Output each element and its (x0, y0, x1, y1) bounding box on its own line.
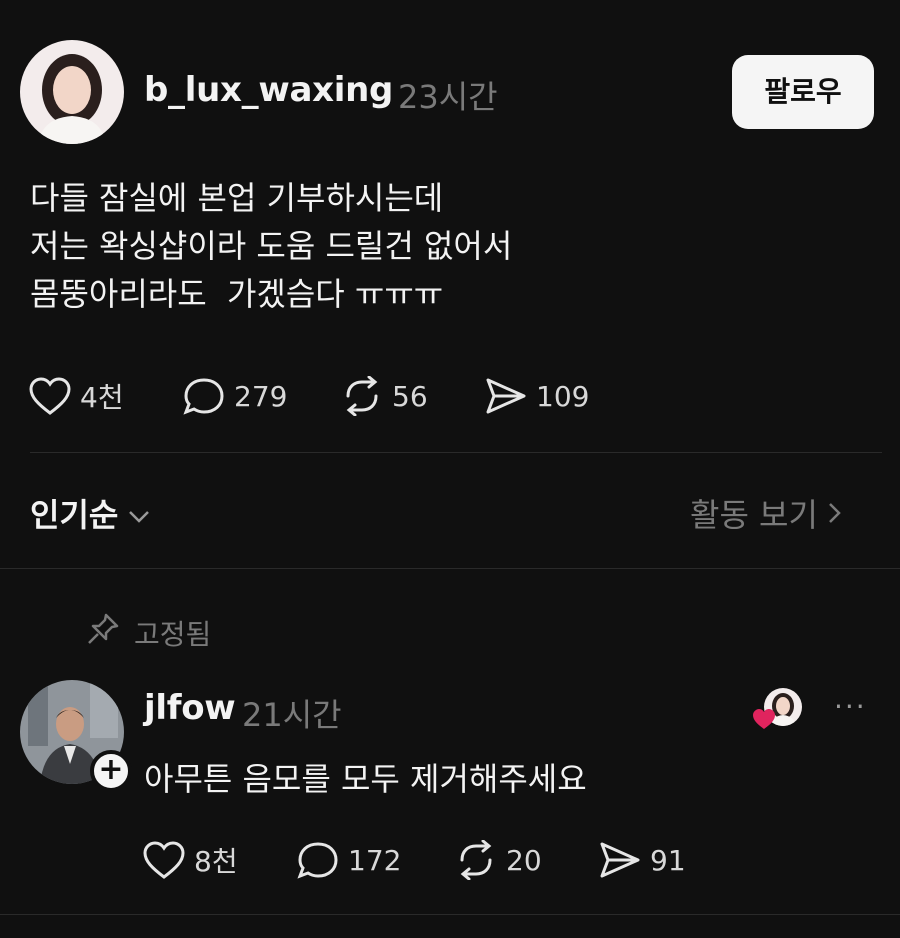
comment-share-button[interactable]: 91 (598, 840, 686, 880)
repost-icon (454, 840, 498, 880)
heart-icon (752, 708, 776, 734)
comment-username[interactable]: jlfow (144, 688, 236, 728)
post-share-button[interactable]: 109 (484, 376, 589, 416)
chevron-down-icon (128, 494, 150, 532)
post-text-line: 몸뚱아리라도 가겠슴다 ㅠㅠㅠ (30, 275, 444, 313)
more-icon[interactable]: ··· (834, 690, 867, 723)
follow-plus-button[interactable]: + (90, 750, 132, 792)
post-time: 23시간 (398, 78, 498, 116)
sort-dropdown[interactable]: 인기순 (30, 490, 150, 536)
chevron-right-icon (828, 494, 842, 532)
post-username[interactable]: b_lux_waxing (144, 70, 393, 110)
comment-share-count: 91 (650, 843, 686, 877)
divider (0, 914, 900, 915)
follow-button[interactable]: 팔로우 (732, 55, 874, 129)
comment-repost-button[interactable]: 20 (454, 840, 542, 880)
divider (30, 452, 882, 453)
post-author-avatar[interactable] (20, 40, 124, 144)
view-activity-link[interactable]: 활동 보기 (690, 490, 842, 536)
pinned-indicator: 고정됨 (86, 612, 211, 653)
comment-text: 아무튼 음모를 모두 제거해주세요 (144, 760, 587, 798)
comment-repost-count: 20 (506, 843, 542, 877)
post-share-count: 109 (536, 379, 590, 413)
divider (0, 568, 900, 569)
comment-reply-button[interactable]: 172 (296, 840, 401, 880)
post-body: 다들 잠실에 본업 기부하시는데 저는 왁싱샵이라 도움 드릴건 없어서 몸뚱아… (30, 174, 512, 318)
comment-like-count: 8천 (194, 845, 238, 878)
comment-reply-count: 172 (348, 843, 402, 877)
activity-label: 활동 보기 (690, 496, 818, 534)
pinned-label: 고정됨 (134, 617, 212, 651)
post-comment-button[interactable]: 279 (182, 376, 287, 416)
share-icon (484, 376, 528, 416)
comment-time: 21시간 (242, 696, 342, 734)
post-repost-count: 56 (392, 379, 428, 413)
plus-icon: + (98, 752, 124, 787)
post-text-line: 저는 왁싱샵이라 도움 드릴건 없어서 (30, 227, 513, 265)
heart-icon (28, 376, 72, 416)
comment-icon (182, 376, 226, 416)
comment-icon (296, 840, 340, 880)
share-icon (598, 840, 642, 880)
sort-label: 인기순 (30, 496, 119, 534)
post-text-line: 다들 잠실에 본업 기부하시는데 (30, 179, 444, 217)
repost-icon (340, 376, 384, 416)
heart-icon (142, 840, 186, 880)
comment-like-button[interactable]: 8천 (142, 840, 238, 880)
post-comment-count: 279 (234, 379, 288, 413)
author-liked-badge (752, 688, 806, 732)
post-like-button[interactable]: 4천 (28, 376, 124, 416)
post-repost-button[interactable]: 56 (340, 376, 428, 416)
post-like-count: 4천 (80, 381, 124, 414)
pin-icon (86, 612, 120, 653)
